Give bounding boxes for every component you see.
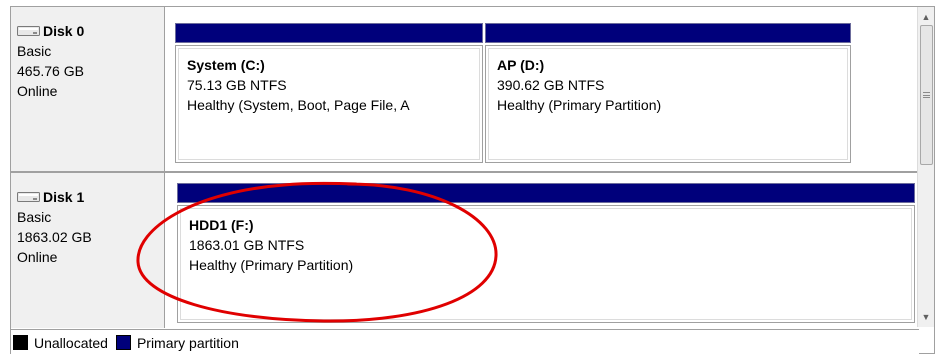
disk-name-row-1: Disk 1 [17, 187, 164, 207]
partition-area-0: System (C:) 75.13 GB NTFS Healthy (Syste… [175, 7, 917, 171]
legend-item-unallocated: Unallocated [13, 335, 108, 351]
disk-info-1[interactable]: Disk 1 Basic 1863.02 GB Online [11, 173, 165, 328]
partition-body: System (C:) 75.13 GB NTFS Healthy (Syste… [175, 45, 483, 163]
disk-drive-icon [17, 191, 41, 203]
partition-title: HDD1 (F:) [189, 217, 254, 233]
partition-header [175, 23, 483, 43]
legend-label: Unallocated [34, 334, 108, 351]
disk-map-panel: Disk 0 Basic 465.76 GB Online System (C:… [10, 6, 935, 355]
partition-body-inner: System (C:) 75.13 GB NTFS Healthy (Syste… [178, 48, 480, 160]
legend-item-primary: Primary partition [115, 334, 239, 351]
partition-status: Healthy (System, Boot, Page File, A [187, 97, 410, 113]
partition-header [177, 183, 915, 203]
unallocated-swatch [13, 335, 28, 350]
partition-size: 1863.01 GB NTFS [189, 237, 305, 253]
partition-status: Healthy (Primary Partition) [497, 97, 662, 113]
scrollbar-thumb[interactable] [920, 25, 933, 165]
disk-info-0[interactable]: Disk 0 Basic 465.76 GB Online [11, 7, 165, 171]
legend-label: Primary partition [136, 334, 239, 351]
partition-f[interactable]: HDD1 (F:) 1863.01 GB NTFS Healthy (Prima… [177, 183, 915, 323]
partition-header [485, 23, 851, 43]
disk-row-1: Disk 1 Basic 1863.02 GB Online HDD1 (F:)… [11, 173, 919, 328]
disk-name: Disk 0 [43, 23, 85, 39]
disk-name-row-0: Disk 0 [17, 21, 164, 41]
disk-size: 465.76 GB [17, 63, 84, 79]
scroll-down-arrow-icon[interactable]: ▼ [918, 309, 934, 325]
partition-d[interactable]: AP (D:) 390.62 GB NTFS Healthy (Primary … [485, 23, 851, 163]
partition-title: System (C:) [187, 57, 265, 73]
partition-c[interactable]: System (C:) 75.13 GB NTFS Healthy (Syste… [175, 23, 483, 163]
partition-status: Healthy (Primary Partition) [189, 257, 354, 273]
partition-area-1: HDD1 (F:) 1863.01 GB NTFS Healthy (Prima… [175, 173, 917, 328]
partition-title: AP (D:) [497, 57, 545, 73]
partition-body-inner: AP (D:) 390.62 GB NTFS Healthy (Primary … [488, 48, 848, 160]
vertical-scrollbar[interactable]: ▲ ▼ [917, 7, 934, 327]
grip-icon [923, 92, 930, 98]
disk-type: Basic [17, 209, 52, 225]
partition-size: 75.13 GB NTFS [187, 77, 287, 93]
disk-row-0: Disk 0 Basic 465.76 GB Online System (C:… [11, 7, 919, 171]
disk-name: Disk 1 [43, 189, 85, 205]
disk-type: Basic [17, 43, 52, 59]
partition-size: 390.62 GB NTFS [497, 77, 605, 93]
legend-bar: Unallocated Primary partition [11, 329, 919, 355]
disk-status: Online [17, 249, 58, 265]
disk-status: Online [17, 83, 58, 99]
partition-body-inner: HDD1 (F:) 1863.01 GB NTFS Healthy (Prima… [180, 208, 912, 320]
primary-partition-swatch [115, 335, 131, 350]
disk-drive-icon [17, 25, 41, 37]
disk-size: 1863.02 GB [17, 229, 92, 245]
partition-body: AP (D:) 390.62 GB NTFS Healthy (Primary … [485, 45, 851, 163]
scroll-up-arrow-icon[interactable]: ▲ [918, 9, 934, 25]
partition-body: HDD1 (F:) 1863.01 GB NTFS Healthy (Prima… [177, 205, 915, 323]
